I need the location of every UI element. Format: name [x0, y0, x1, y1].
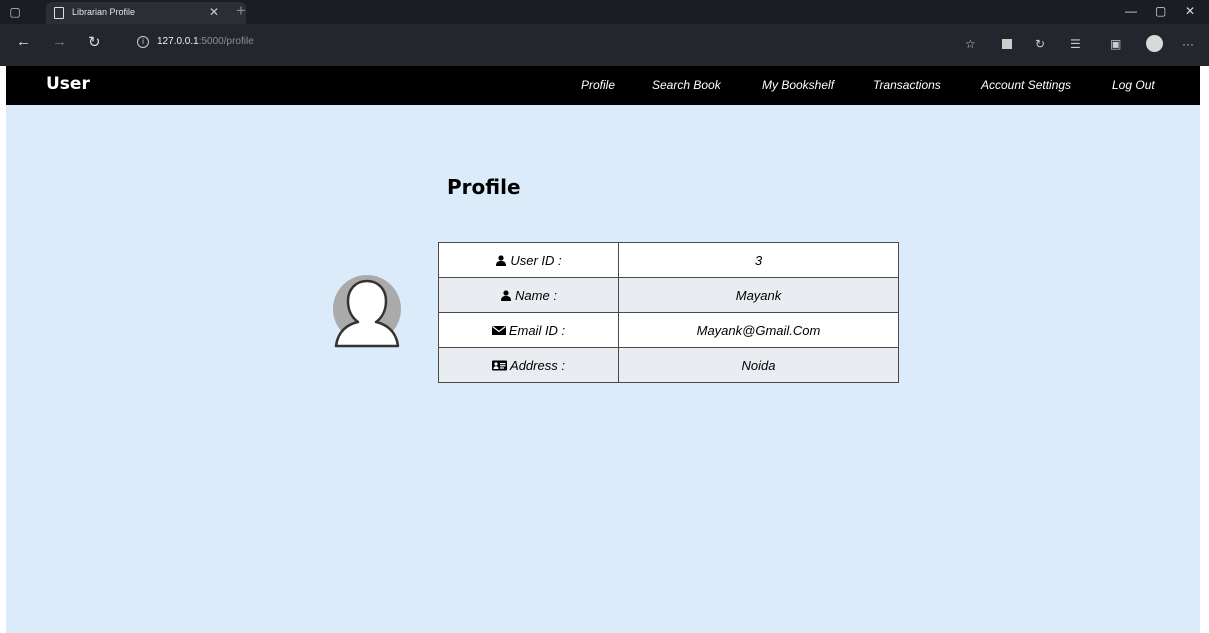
collections-icon[interactable]: ▣ — [1110, 37, 1121, 51]
back-icon[interactable]: ← — [16, 33, 31, 50]
tab-actions-icon[interactable]: ▢ — [8, 5, 22, 19]
favorite-icon[interactable]: ☆ — [965, 37, 976, 51]
label-cell: Email ID : — [438, 312, 619, 348]
browser-address-bar: ← → ↻ i 127.0.0.1:5000/profile ☆ ↻ ☰ ▣ ·… — [0, 24, 1209, 66]
browser-profile-icon[interactable] — [1146, 35, 1163, 52]
address-card-icon — [492, 360, 508, 370]
nav-log-out[interactable]: Log Out — [1112, 78, 1155, 92]
envelope-icon — [491, 325, 506, 335]
tab-title: Librarian Profile — [72, 7, 136, 17]
user-icon — [496, 254, 507, 266]
refresh-extension-icon[interactable]: ↻ — [1035, 37, 1045, 51]
label-cell: Name : — [438, 277, 619, 313]
app-navbar: User Profile Search Book My Bookshelf Tr… — [6, 66, 1200, 105]
nav-profile[interactable]: Profile — [581, 78, 615, 92]
table-row: Email ID : Mayank@Gmail.Com — [438, 312, 899, 348]
nav-my-bookshelf[interactable]: My Bookshelf — [762, 78, 834, 92]
table-row: Address : Noida — [438, 347, 899, 383]
url-field[interactable]: i 127.0.0.1:5000/profile — [120, 31, 1050, 56]
value-cell: Mayank — [618, 277, 899, 313]
close-window-icon[interactable]: ✕ — [1185, 4, 1195, 18]
refresh-icon[interactable]: ↻ — [88, 33, 101, 51]
table-row: User ID : 3 — [438, 242, 899, 278]
favorites-list-icon[interactable]: ☰ — [1070, 37, 1081, 51]
restore-icon[interactable]: ▢ — [1155, 4, 1166, 18]
nav-search-book[interactable]: Search Book — [652, 78, 721, 92]
value-cell: 3 — [618, 242, 899, 278]
avatar-icon — [333, 275, 401, 348]
browser-tab-bar: ▢ Librarian Profile ✕ + — ▢ ✕ — [0, 0, 1209, 24]
table-row: Name : Mayank — [438, 277, 899, 313]
extension-icon[interactable] — [1002, 39, 1012, 49]
label-cell: User ID : — [438, 242, 619, 278]
more-options-icon[interactable]: ··· — [1182, 37, 1194, 51]
nav-account-settings[interactable]: Account Settings — [981, 78, 1071, 92]
url-text: 127.0.0.1:5000/profile — [157, 36, 254, 47]
user-icon — [501, 289, 512, 301]
label-cell: Address : — [438, 347, 619, 383]
nav-transactions[interactable]: Transactions — [873, 78, 941, 92]
brand[interactable]: User — [46, 74, 90, 94]
site-info-icon[interactable]: i — [137, 36, 149, 48]
new-tab-icon[interactable]: + — [236, 1, 246, 21]
page-title: Profile — [447, 175, 521, 199]
browser-tab[interactable]: Librarian Profile ✕ — [46, 2, 246, 24]
value-cell: Mayank@Gmail.Com — [618, 312, 899, 348]
profile-table: User ID : 3 Name : Mayank Email ID : May… — [438, 242, 899, 383]
page-icon — [54, 7, 64, 19]
close-tab-icon[interactable]: ✕ — [209, 5, 219, 19]
forward-icon: → — [52, 33, 67, 50]
minimize-icon[interactable]: — — [1125, 4, 1137, 18]
value-cell: Noida — [618, 347, 899, 383]
